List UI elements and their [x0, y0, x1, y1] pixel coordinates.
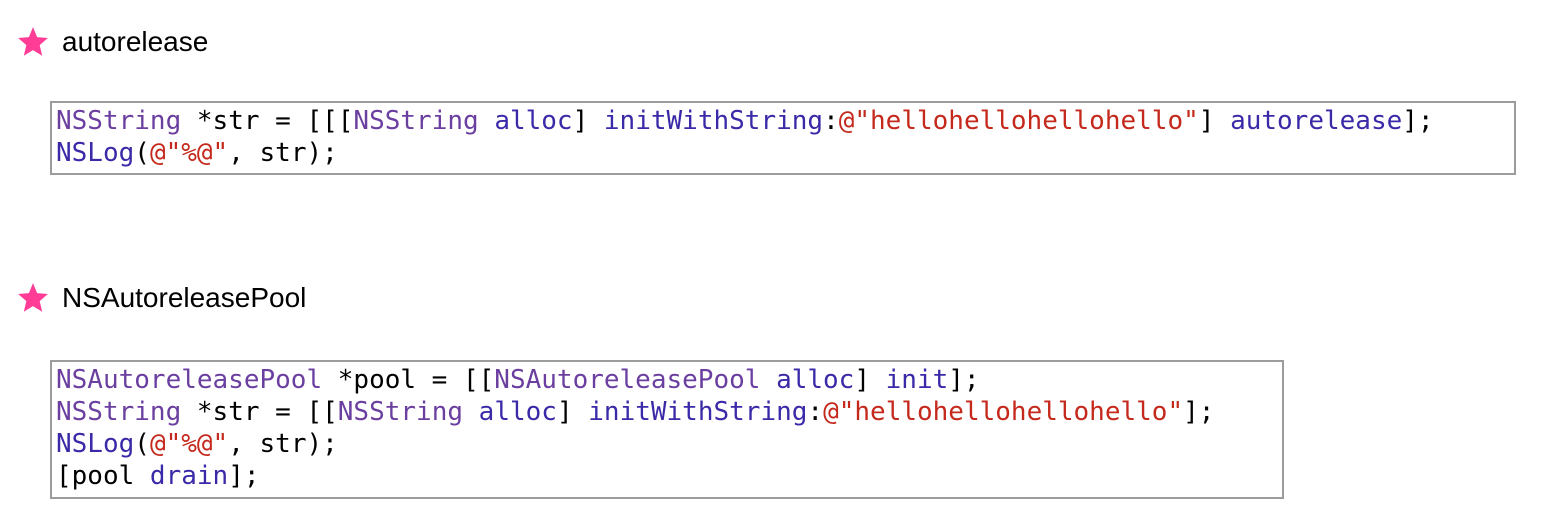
code-token-plain: : — [823, 106, 839, 136]
code-token-plain: ] — [556, 397, 589, 427]
code-token-method: alloc — [776, 365, 855, 395]
code-token-string: @"hellohellohellohello" — [823, 397, 1184, 427]
code-token-plain: ] — [1198, 106, 1231, 136]
code-token-class: NSAutoreleasePool — [494, 365, 761, 395]
code-token-plain: [pool — [56, 461, 150, 491]
code-token-class: NSString — [353, 106, 479, 136]
code-token-plain: *str = [[ — [181, 397, 338, 427]
code-block-nsautoreleasepool: NSAutoreleasePool *pool = [[NSAutoreleas… — [50, 360, 1284, 499]
code-token-class: NSString — [56, 397, 182, 427]
code-token-method: initWithString — [603, 106, 824, 136]
code-token-plain: *pool = [[ — [322, 365, 495, 395]
code-token-string: @"%@" — [149, 138, 229, 168]
code-token-class: NSString — [337, 397, 464, 427]
code-token-class: NSString — [56, 106, 182, 136]
code-token-method: autorelease — [1230, 106, 1403, 136]
code-line: [pool drain]; — [56, 460, 1282, 492]
code-line: NSString *str = [[[NSString alloc] initW… — [56, 105, 1514, 137]
star-icon — [18, 283, 48, 312]
code-token-method: init — [885, 365, 949, 395]
code-token-plain: ( — [134, 138, 150, 168]
code-token-method: alloc — [478, 397, 557, 427]
code-token-plain: ] — [854, 365, 886, 395]
code-line: NSLog(@"%@", str); — [56, 137, 1514, 169]
code-token-string: @"%@" — [149, 429, 229, 459]
code-token-method: alloc — [494, 106, 573, 136]
code-token-plain: ( — [134, 429, 150, 459]
code-line: NSLog(@"%@", str); — [56, 428, 1282, 460]
code-token-plain: : — [807, 397, 824, 427]
code-token-method: NSLog — [56, 138, 135, 168]
star-icon — [18, 27, 48, 56]
code-token-method: initWithString — [588, 397, 808, 427]
code-token-plain: , str); — [228, 429, 338, 459]
section-heading-autorelease: autorelease — [16, 22, 208, 62]
code-token-plain: ]; — [1402, 106, 1434, 136]
code-token-string: @"hellohellohellohello" — [838, 106, 1199, 136]
code-token-method: NSLog — [56, 429, 135, 459]
code-token-plain: ]; — [948, 365, 980, 395]
code-token-class: NSAutoreleasePool — [56, 365, 323, 395]
section-heading-nsautoreleasepool: NSAutoreleasePool — [16, 278, 306, 318]
code-block-autorelease: NSString *str = [[[NSString alloc] initW… — [50, 101, 1516, 175]
code-token-plain: *str = [[[ — [181, 106, 354, 136]
code-token-plain: ]; — [1183, 397, 1215, 427]
code-token-plain: , str); — [228, 138, 338, 168]
code-line: NSAutoreleasePool *pool = [[NSAutoreleas… — [56, 364, 1282, 396]
code-token-plain: ]; — [228, 461, 260, 491]
section-title: NSAutoreleasePool — [62, 282, 307, 313]
section-title: autorelease — [62, 26, 209, 57]
code-token-plain: ] — [572, 106, 604, 136]
code-token-method: drain — [149, 461, 229, 491]
code-line: NSString *str = [[NSString alloc] initWi… — [56, 396, 1282, 428]
